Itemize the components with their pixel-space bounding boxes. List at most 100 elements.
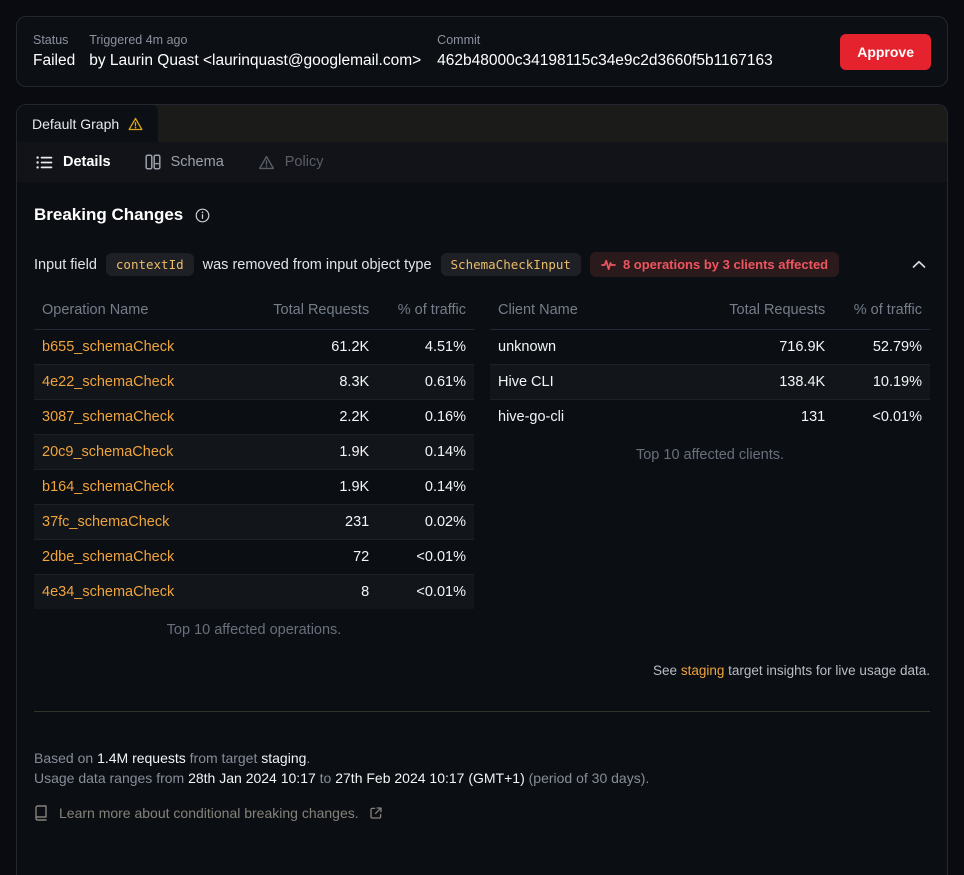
requests-count: 1.4M requests	[97, 750, 186, 766]
cell-value: 72	[258, 540, 377, 575]
range-text: to	[316, 770, 335, 786]
table-row: 4e22_schemaCheck8.3K0.61%	[34, 365, 474, 400]
change-field-code: contextId	[106, 253, 194, 276]
affected-badge-label: 8 operations by 3 clients affected	[623, 257, 828, 272]
insights-note-prefix: See	[653, 663, 681, 678]
summary-text: .	[306, 750, 310, 766]
status-label: Status	[33, 33, 75, 47]
cell-value: 231	[258, 505, 377, 540]
operation-link[interactable]: 37fc_schemaCheck	[34, 505, 258, 540]
tab-details-label: Details	[63, 154, 111, 170]
cell-value: 10.19%	[833, 365, 930, 400]
cell-value: 0.16%	[377, 400, 474, 435]
change-text-prefix: Input field	[34, 257, 97, 273]
insights-note: See staging target insights for live usa…	[34, 663, 930, 678]
learn-more-link[interactable]: Learn more about conditional breaking ch…	[34, 805, 930, 821]
chevron-up-icon[interactable]	[912, 260, 926, 269]
triggered-author: by Laurin Quast <laurinquast@googlemail.…	[89, 52, 421, 70]
cell-value: 52.79%	[833, 330, 930, 365]
details-content: Breaking Changes Input field contextId w…	[17, 182, 947, 821]
column-header: Client Name	[490, 290, 714, 330]
range-text: Usage data ranges from	[34, 770, 188, 786]
triggered-label: Triggered 4m ago	[89, 33, 421, 47]
table-row: 4e34_schemaCheck8<0.01%	[34, 575, 474, 610]
check-nav-tabs: Details Schema	[17, 142, 947, 182]
usage-summary-line: Based on 1.4M requests from target stagi…	[34, 748, 930, 768]
operations-caption: Top 10 affected operations.	[34, 622, 474, 638]
check-header-card: Status Failed Triggered 4m ago by Laurin…	[16, 16, 948, 87]
summary-text: from target	[186, 750, 261, 766]
cell-value: 8	[258, 575, 377, 610]
commit-hash: 462b48000c34198115c34e9c2d3660f5b1167163	[437, 52, 773, 70]
cell-value: 1.9K	[258, 435, 377, 470]
cell-value: <0.01%	[833, 400, 930, 435]
operation-link[interactable]: 3087_schemaCheck	[34, 400, 258, 435]
range-end-date: 27th Feb 2024 10:17 (GMT+1)	[335, 770, 525, 786]
operations-header-row: Operation NameTotal Requests% of traffic	[34, 290, 474, 330]
triggered-block: Triggered 4m ago by Laurin Quast <laurin…	[89, 33, 421, 70]
staging-link[interactable]: staging	[681, 663, 725, 678]
graph-tab-bar: Default Graph	[17, 105, 947, 142]
status-value: Failed	[33, 52, 75, 70]
table-row: hive-go-cli131<0.01%	[490, 400, 930, 435]
graph-panel: Default Graph	[16, 104, 948, 875]
status-block: Status Failed	[33, 33, 75, 70]
table-row: unknown716.9K52.79%	[490, 330, 930, 365]
change-text-middle: was removed from input object type	[203, 257, 432, 273]
tab-default-graph[interactable]: Default Graph	[17, 105, 158, 142]
tab-schema[interactable]: Schema	[145, 154, 224, 170]
column-header: Operation Name	[34, 290, 258, 330]
range-text: (period of 30 days).	[525, 770, 650, 786]
list-icon	[36, 155, 53, 170]
operation-link[interactable]: 20c9_schemaCheck	[34, 435, 258, 470]
table-row: b655_schemaCheck61.2K4.51%	[34, 330, 474, 365]
tab-policy[interactable]: Policy	[258, 154, 324, 170]
footer-divider	[34, 711, 930, 712]
breaking-change-row[interactable]: Input field contextId was removed from i…	[34, 252, 930, 277]
operation-link[interactable]: b655_schemaCheck	[34, 330, 258, 365]
book-icon	[34, 805, 48, 821]
tab-schema-label: Schema	[171, 154, 224, 170]
clients-table: Client NameTotal Requests% of traffic un…	[490, 290, 930, 434]
cell-value: 2.2K	[258, 400, 377, 435]
cell-value: 138.4K	[714, 365, 833, 400]
info-circle-icon[interactable]	[195, 208, 210, 223]
cell-value: 0.61%	[377, 365, 474, 400]
tab-policy-label: Policy	[285, 154, 324, 170]
warning-icon	[258, 155, 275, 170]
learn-more-label: Learn more about conditional breaking ch…	[59, 805, 359, 821]
column-header: Total Requests	[714, 290, 833, 330]
clients-column: Client NameTotal Requests% of traffic un…	[490, 290, 930, 638]
client-name: hive-go-cli	[490, 400, 714, 435]
operation-link[interactable]: 4e22_schemaCheck	[34, 365, 258, 400]
warning-triangle-icon	[128, 117, 143, 131]
usage-range-line: Usage data ranges from 28th Jan 2024 10:…	[34, 768, 930, 788]
table-row: 37fc_schemaCheck2310.02%	[34, 505, 474, 540]
operation-link[interactable]: 2dbe_schemaCheck	[34, 540, 258, 575]
table-row: 20c9_schemaCheck1.9K0.14%	[34, 435, 474, 470]
insights-note-suffix: target insights for live usage data.	[724, 663, 930, 678]
clients-header-row: Client NameTotal Requests% of traffic	[490, 290, 930, 330]
operation-link[interactable]: 4e34_schemaCheck	[34, 575, 258, 610]
cell-value: 0.14%	[377, 435, 474, 470]
pulse-icon	[601, 259, 616, 271]
client-name: unknown	[490, 330, 714, 365]
cell-value: 716.9K	[714, 330, 833, 365]
affected-operations-badge[interactable]: 8 operations by 3 clients affected	[590, 252, 839, 277]
operation-link[interactable]: b164_schemaCheck	[34, 470, 258, 505]
change-type-code: SchemaCheckInput	[441, 253, 581, 276]
column-header: Total Requests	[258, 290, 377, 330]
cell-value: 1.9K	[258, 470, 377, 505]
usage-tables: Operation NameTotal Requests% of traffic…	[34, 290, 930, 638]
client-name: Hive CLI	[490, 365, 714, 400]
section-title: Breaking Changes	[34, 205, 183, 225]
cell-value: 0.14%	[377, 470, 474, 505]
table-row: 2dbe_schemaCheck72<0.01%	[34, 540, 474, 575]
commit-label: Commit	[437, 33, 773, 47]
schema-check-page: Status Failed Triggered 4m ago by Laurin…	[0, 0, 964, 875]
breaking-changes-heading: Breaking Changes	[34, 205, 930, 225]
approve-button[interactable]: Approve	[840, 34, 931, 70]
clients-caption: Top 10 affected clients.	[490, 447, 930, 463]
tab-details[interactable]: Details	[36, 154, 111, 170]
column-header: % of traffic	[833, 290, 930, 330]
